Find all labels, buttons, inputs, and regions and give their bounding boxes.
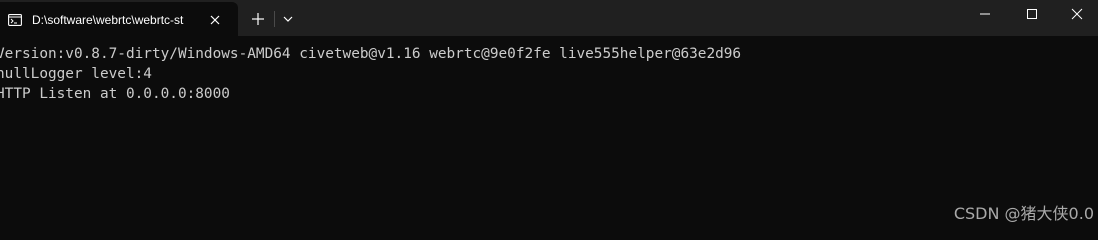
- tab-title: D:\software\webrtc\webrtc-st: [32, 13, 184, 27]
- close-icon[interactable]: [207, 12, 223, 28]
- maximize-icon: [1026, 7, 1038, 25]
- title-bar[interactable]: D:\software\webrtc\webrtc-st: [0, 0, 1098, 36]
- terminal-window: D:\software\webrtc\webrtc-st Version:v0.…: [0, 0, 1098, 232]
- chevron-down-icon[interactable]: [281, 12, 295, 26]
- terminal-line: Version:v0.8.7-dirty/Windows-AMD64 civet…: [0, 46, 742, 62]
- close-window-button[interactable]: [1054, 0, 1098, 32]
- terminal-line: nullLogger level:4: [0, 66, 152, 82]
- terminal-tab[interactable]: D:\software\webrtc\webrtc-st: [0, 2, 238, 36]
- tab-divider: [274, 11, 275, 27]
- watermark: CSDN @猪大侠0.0: [953, 204, 1094, 223]
- minimize-icon: [979, 7, 991, 25]
- maximize-button[interactable]: [1009, 0, 1055, 32]
- terminal-output[interactable]: Version:v0.8.7-dirty/Windows-AMD64 civet…: [0, 36, 1098, 232]
- plus-icon[interactable]: [249, 10, 267, 28]
- terminal-icon: [8, 13, 22, 26]
- minimize-button[interactable]: [962, 0, 1008, 32]
- terminal-line: HTTP Listen at 0.0.0.0:8000: [0, 86, 230, 102]
- close-icon: [1071, 7, 1083, 25]
